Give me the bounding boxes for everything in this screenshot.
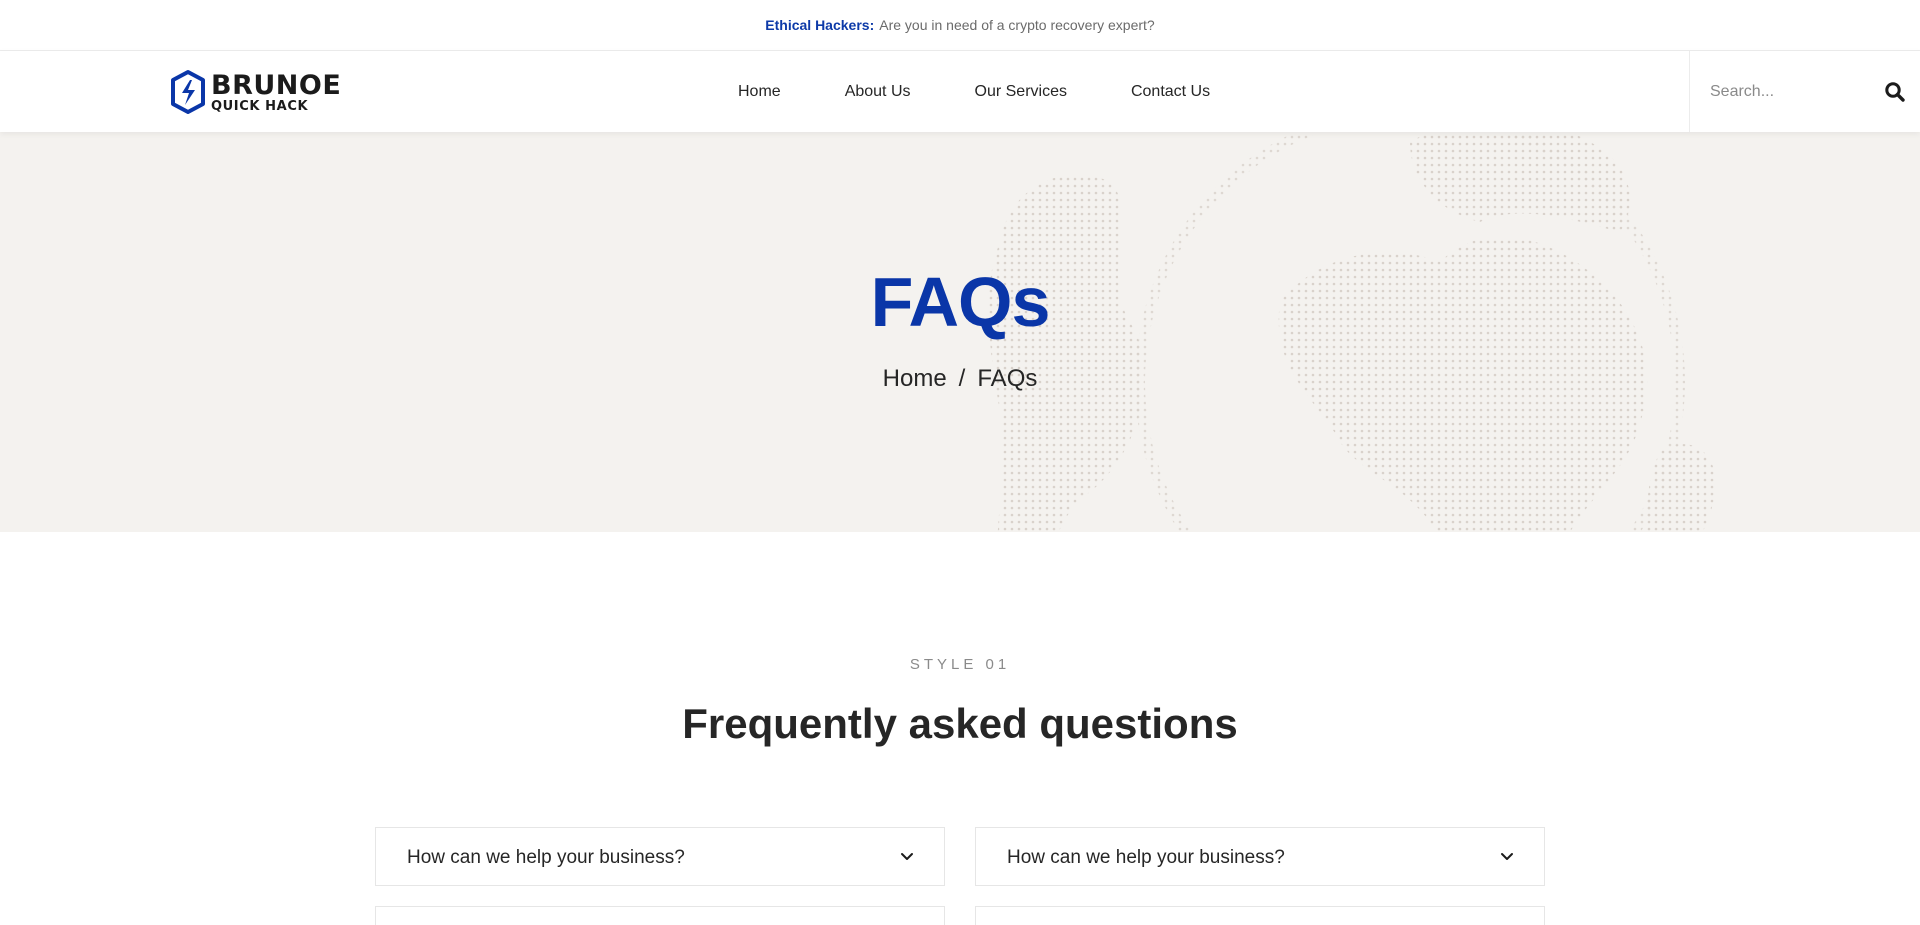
brand-tagline: QUICK HACK bbox=[211, 98, 309, 114]
search-input[interactable] bbox=[1710, 82, 1860, 101]
site-header: BRUNOE QUICK HACK Home About Us Our Serv… bbox=[0, 51, 1920, 132]
nav-item-home[interactable]: Home bbox=[738, 83, 781, 101]
faq-question: How can we help your business? bbox=[407, 847, 685, 868]
faq-item-partial[interactable] bbox=[975, 906, 1545, 925]
breadcrumb-separator: / bbox=[958, 365, 966, 392]
section-title: Frequently asked questions bbox=[682, 700, 1238, 747]
announcement-highlight: Ethical Hackers: bbox=[765, 17, 875, 33]
faq-question: How can we help your business? bbox=[1007, 847, 1285, 868]
chevron-down-icon[interactable] bbox=[1500, 850, 1514, 864]
nav-item-about-us[interactable]: About Us bbox=[845, 83, 911, 101]
chevron-down-icon[interactable] bbox=[900, 850, 914, 864]
page-title: FAQs bbox=[870, 263, 1051, 341]
shield-bolt-icon bbox=[171, 70, 205, 114]
section-eyebrow: STYLE 01 bbox=[909, 656, 1011, 673]
faq-item[interactable]: How can we help your business? bbox=[375, 827, 945, 886]
brand-name: BRUNOE bbox=[211, 69, 342, 101]
page-hero: FAQs Home / FAQs bbox=[0, 132, 1920, 532]
breadcrumb-current: FAQs bbox=[977, 365, 1038, 392]
faq-item-partial[interactable] bbox=[375, 906, 945, 925]
brand-logo[interactable]: BRUNOE QUICK HACK bbox=[170, 69, 341, 115]
breadcrumb: Home / FAQs bbox=[0, 365, 1920, 393]
search-box bbox=[1689, 51, 1920, 132]
nav-item-our-services[interactable]: Our Services bbox=[975, 83, 1067, 101]
breadcrumb-home[interactable]: Home bbox=[883, 365, 947, 392]
announcement-message[interactable]: Are you in need of a crypto recovery exp… bbox=[879, 17, 1154, 33]
main-nav: Home About Us Our Services Contact Us bbox=[738, 51, 1210, 132]
nav-item-contact-us[interactable]: Contact Us bbox=[1131, 83, 1210, 101]
announcement-bar: Ethical Hackers: Are you in need of a cr… bbox=[0, 0, 1920, 51]
search-icon[interactable] bbox=[1884, 81, 1906, 103]
faq-item[interactable]: How can we help your business? bbox=[975, 827, 1545, 886]
